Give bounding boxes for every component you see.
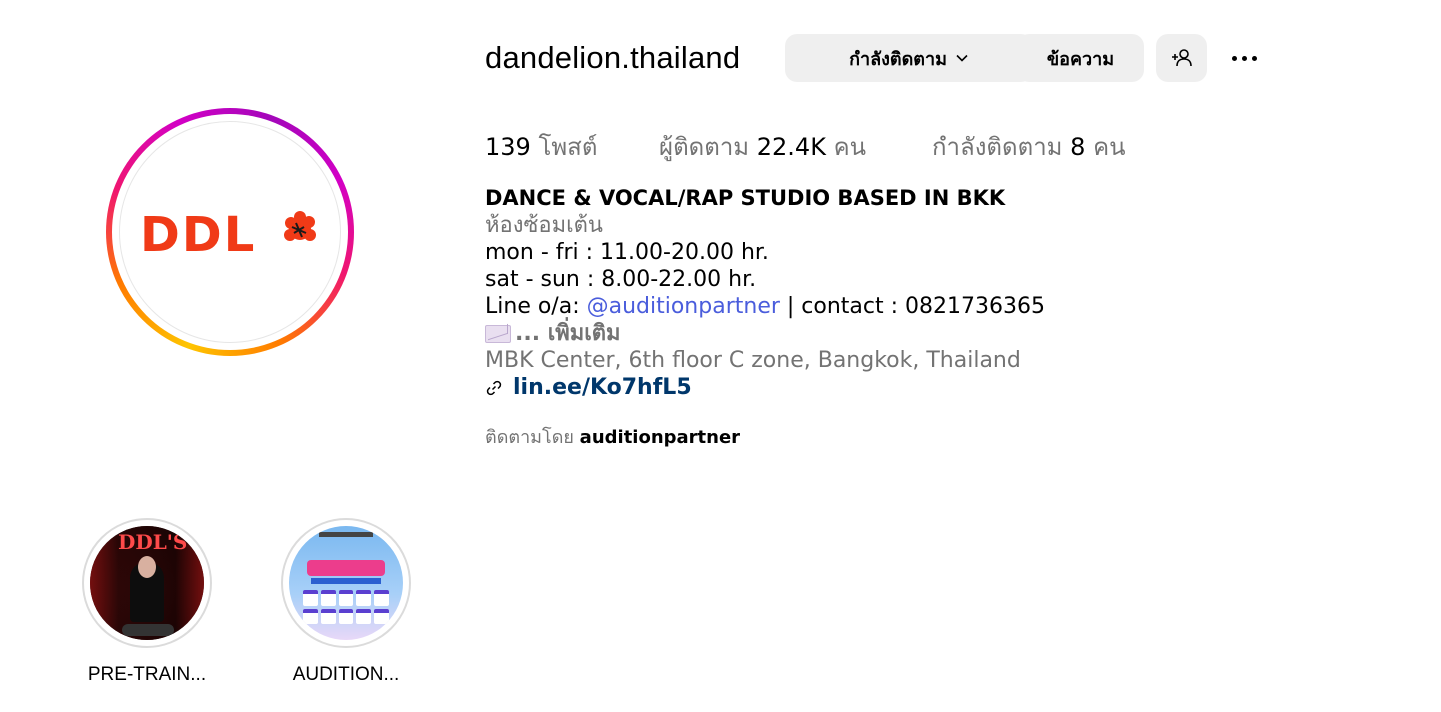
bio-contact: Line o/a: @auditionpartner | contact : 0…: [485, 293, 1045, 320]
calendar-card: [338, 608, 354, 624]
ddl-logo-text: DDL: [140, 207, 256, 257]
following-unit: คน: [1093, 133, 1126, 161]
bio-more-button[interactable]: ... เพิ่มเติม: [515, 320, 621, 347]
calendar-card: [356, 608, 372, 624]
highlight-cover-image: DDL'S: [90, 526, 204, 640]
highlight-label: PRE-TRAIN...: [87, 664, 207, 685]
bio-contact-suffix: | contact : 0821736365: [779, 294, 1046, 319]
bio-hours-weekend: sat - sun : 8.00-22.00 hr.: [485, 267, 757, 292]
message-button-label: ข้อความ: [1046, 48, 1115, 70]
profile-bio: DANCE & VOCAL/RAP STUDIO BASED IN BKK ห้…: [485, 185, 1045, 401]
suggest-users-button[interactable]: [1156, 34, 1207, 82]
bio-contact-prefix: Line o/a:: [485, 294, 587, 319]
highlight-calendar-title: [307, 560, 385, 576]
followers-count[interactable]: ผู้ติดตาม 22.4K คน: [659, 127, 866, 166]
highlight-ring: DDL'S: [82, 518, 212, 648]
avatar-ring-gap: DDL: [112, 114, 348, 350]
envelope-icon: [485, 324, 511, 343]
add-person-icon: [1171, 49, 1192, 67]
calendar-card: [320, 608, 336, 624]
highlight-cover-title: DDL'S: [118, 530, 188, 554]
followers-unit: คน: [833, 133, 867, 161]
highlight-person-face: [138, 556, 156, 578]
highlight-label: AUDITION...: [292, 664, 400, 685]
more-horizontal-icon: [1241, 55, 1247, 61]
posts-count-value: 139: [485, 133, 531, 161]
highlight-ring: [281, 518, 411, 648]
calendar-card: [320, 590, 336, 606]
more-horizontal-icon: [1231, 55, 1237, 61]
followers-count-value: 22.4K: [756, 133, 826, 161]
story-highlight[interactable]: DDL'S PRE-TRAIN...: [82, 518, 212, 686]
bio-link-text: lin.ee/Ko7hfL5: [513, 375, 692, 400]
calendar-card: [356, 590, 372, 606]
profile-avatar-story-ring[interactable]: DDL: [106, 108, 354, 356]
highlight-tag: [122, 624, 174, 636]
story-highlight[interactable]: AUDITION...: [281, 518, 411, 686]
dandelion-flower-icon: [284, 211, 316, 241]
highlight-calendar-subtitle: [311, 578, 381, 584]
message-button[interactable]: ข้อความ: [1017, 34, 1144, 82]
calendar-card: [303, 590, 318, 606]
chevron-down-icon: [956, 54, 968, 62]
bio-hours-weekday: mon - fri : 11.00-20.00 hr.: [485, 240, 769, 265]
followers-label: ผู้ติดตาม: [659, 133, 750, 161]
bio-external-link[interactable]: lin.ee/Ko7hfL5: [485, 374, 1045, 401]
followed-by-user: auditionpartner: [579, 427, 741, 448]
following-button-label: กำลังติดตาม: [849, 48, 947, 70]
following-count[interactable]: กำลังติดตาม 8 คน: [932, 127, 1126, 166]
following-count-value: 8: [1070, 133, 1086, 161]
highlight-cover-image: [289, 526, 403, 640]
bio-category: ห้องซ้อมเต้น: [485, 213, 603, 238]
profile-avatar[interactable]: DDL: [119, 121, 341, 343]
posts-count-label: โพสต์: [538, 133, 598, 161]
calendar-card: [374, 608, 389, 624]
highlight-calendar-grid: [303, 590, 389, 624]
bio-address: MBK Center, 6th floor C zone, Bangkok, T…: [485, 348, 1021, 373]
mention-link[interactable]: @auditionpartner: [587, 294, 780, 319]
bio-more-line: ... เพิ่มเติม: [485, 320, 1045, 347]
calendar-card: [374, 590, 389, 606]
ddl-logo: DDL: [140, 207, 316, 257]
posts-count: 139 โพสต์: [485, 127, 597, 166]
link-icon: [486, 380, 502, 395]
profile-username: dandelion.thailand: [485, 40, 741, 75]
bio-name: DANCE & VOCAL/RAP STUDIO BASED IN BKK: [485, 186, 1006, 210]
calendar-card: [338, 590, 354, 606]
highlight-header-bar: [319, 532, 373, 537]
followed-by-prefix: ติดตามโดย: [485, 427, 580, 448]
more-options-button[interactable]: [1222, 40, 1266, 76]
following-label: กำลังติดตาม: [932, 133, 1063, 161]
more-horizontal-icon: [1251, 55, 1257, 61]
following-button[interactable]: กำลังติดตาม: [785, 34, 1033, 82]
followed-by[interactable]: ติดตามโดย auditionpartner: [485, 422, 740, 451]
calendar-card: [303, 608, 318, 624]
